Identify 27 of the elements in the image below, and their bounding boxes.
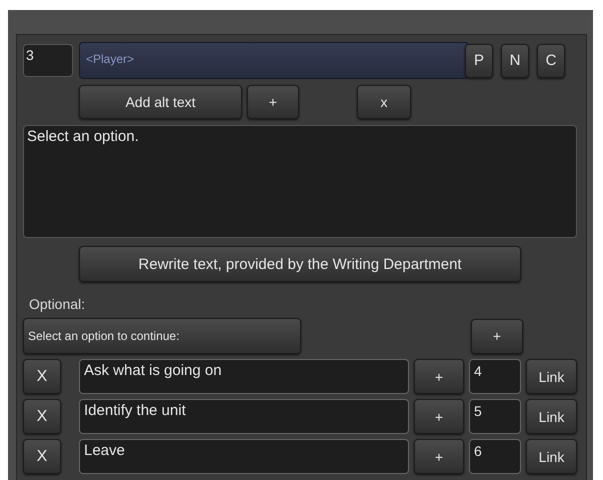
optional-label: Optional: bbox=[29, 296, 86, 312]
add-alt-text-button[interactable]: Add alt text bbox=[79, 85, 242, 119]
link-button[interactable]: Link bbox=[526, 359, 577, 394]
link-button[interactable]: Link bbox=[526, 439, 577, 474]
option-text-field[interactable]: Leave bbox=[79, 439, 409, 474]
speaker-field[interactable]: <Player> bbox=[79, 42, 469, 79]
option-prompt-button[interactable]: Select an option to continue: bbox=[23, 318, 301, 354]
target-field[interactable]: 4 bbox=[469, 359, 521, 394]
add-button[interactable]: + bbox=[414, 399, 464, 434]
speaker-type-button[interactable]: C bbox=[537, 44, 565, 78]
remove-option-button[interactable]: X bbox=[23, 359, 61, 394]
add-button[interactable]: + bbox=[414, 359, 464, 394]
link-button[interactable]: Link bbox=[526, 399, 577, 434]
id-field[interactable]: 3 bbox=[23, 44, 73, 77]
add-button[interactable]: + bbox=[414, 439, 464, 474]
speaker-type-button[interactable]: N bbox=[501, 44, 529, 78]
text-area[interactable]: Select an option. bbox=[23, 125, 577, 238]
remove-option-button[interactable]: X bbox=[23, 399, 61, 434]
remove-option-button[interactable]: X bbox=[23, 439, 61, 474]
add-button[interactable]: + bbox=[247, 85, 299, 119]
rewrite-text-button[interactable]: Rewrite text, provided by the Writing Department bbox=[79, 246, 521, 282]
remove-button[interactable]: x bbox=[357, 85, 411, 119]
add-option-button[interactable]: + bbox=[471, 318, 523, 354]
option-text-field[interactable]: Identify the unit bbox=[79, 399, 409, 434]
option-text-field[interactable]: Ask what is going on bbox=[79, 359, 409, 394]
target-field[interactable]: 5 bbox=[469, 399, 521, 434]
target-field[interactable]: 6 bbox=[469, 439, 521, 474]
